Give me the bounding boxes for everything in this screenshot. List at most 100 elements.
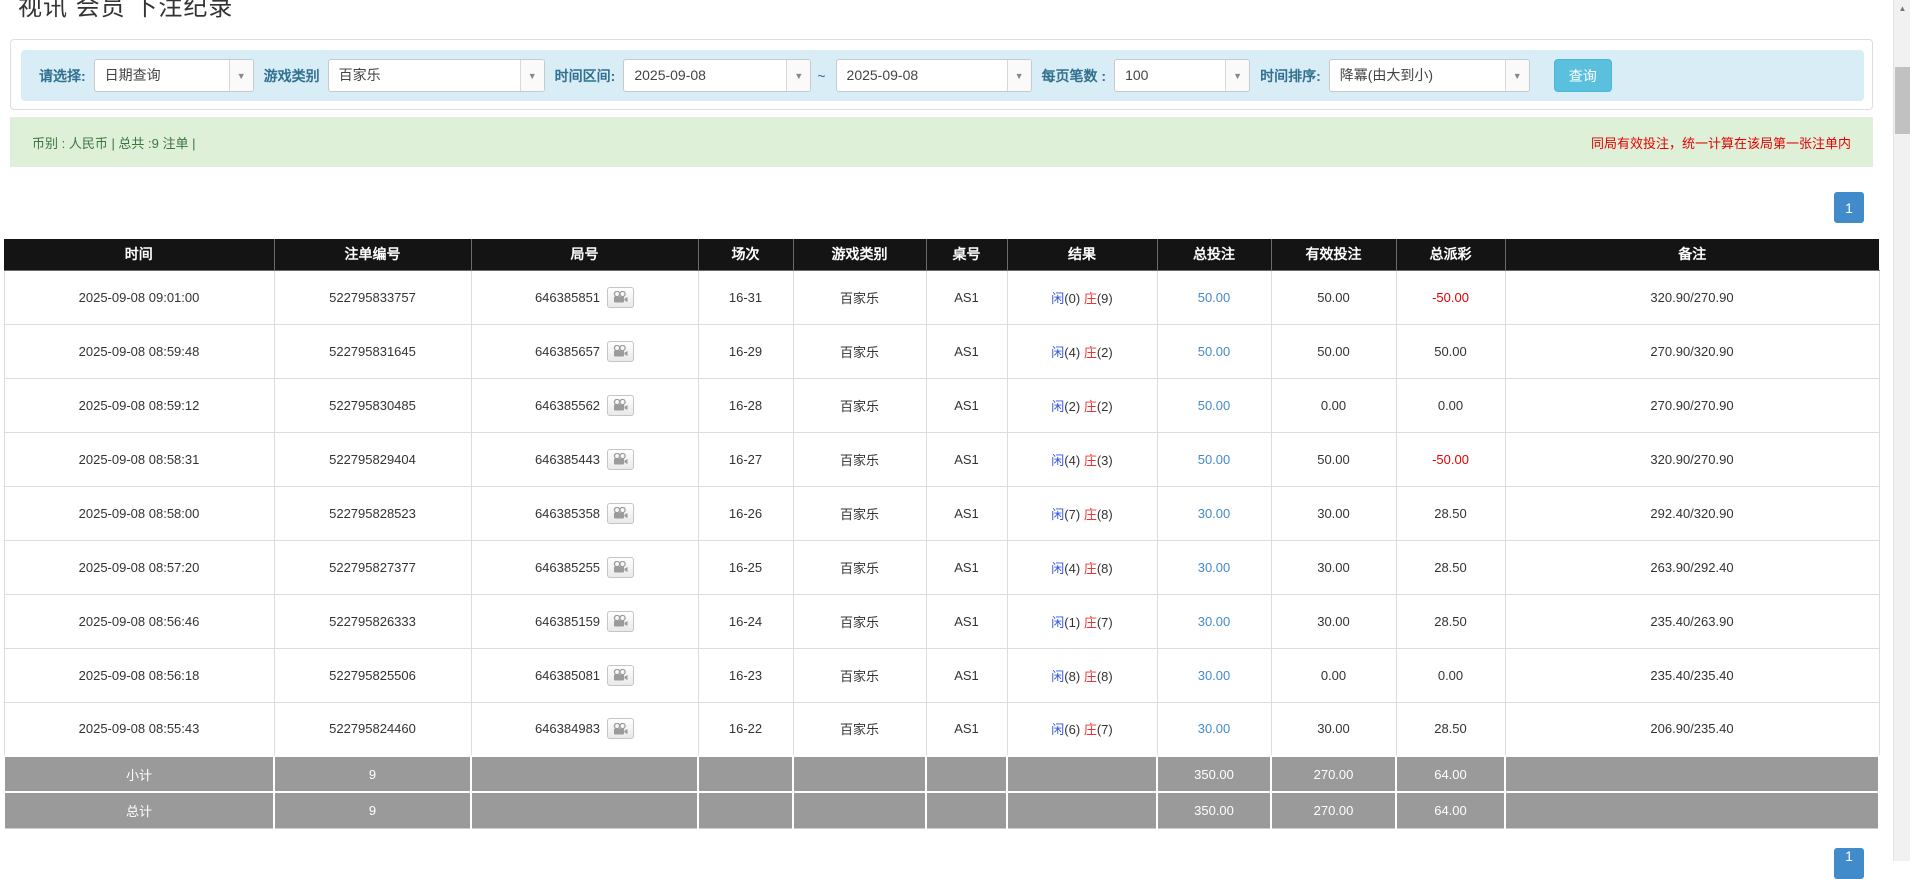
query-button[interactable]: 查询 [1554, 59, 1612, 92]
result-banker-score: (8) [1097, 561, 1113, 576]
query-type-value: 日期查询 [95, 60, 229, 91]
sum-valid-bet: 270.00 [1271, 792, 1396, 828]
total-bet-link[interactable]: 50.00 [1198, 398, 1231, 413]
date-from-picker[interactable]: 2025-09-08 ▼ [623, 59, 811, 92]
video-replay-button[interactable] [607, 557, 634, 578]
column-header: 场次 [698, 239, 793, 270]
cell-valid-bet: 30.00 [1271, 594, 1396, 648]
cell-valid-bet: 0.00 [1271, 378, 1396, 432]
video-replay-button[interactable] [607, 665, 634, 686]
total-bet-link[interactable]: 50.00 [1198, 290, 1231, 305]
total-bet-link[interactable]: 30.00 [1198, 668, 1231, 683]
cell-table-no: AS1 [926, 702, 1007, 756]
video-replay-icon [613, 399, 628, 411]
filter-bar: 请选择: 日期查询 ▼ 游戏类别 百家乐 ▼ 时间区间: 2025-09-08 … [21, 50, 1864, 101]
game-type-label: 游戏类别 [264, 66, 320, 86]
result-player-score: (1) [1064, 615, 1080, 630]
cell-time: 2025-09-08 08:59:48 [4, 324, 274, 378]
result-player-label: 闲 [1051, 345, 1064, 360]
vertical-scrollbar[interactable]: ▲ [1893, 0, 1910, 861]
video-replay-button[interactable] [607, 395, 634, 416]
video-replay-button[interactable] [607, 287, 634, 308]
total-bet-link[interactable]: 30.00 [1198, 614, 1231, 629]
cell-valid-bet: 30.00 [1271, 486, 1396, 540]
video-replay-button[interactable] [607, 611, 634, 632]
cell-table-no: AS1 [926, 540, 1007, 594]
cell-payout: 28.50 [1396, 486, 1505, 540]
cell-total-bet: 30.00 [1157, 540, 1271, 594]
video-replay-icon [613, 561, 628, 573]
per-page-dropdown[interactable]: 100 ▼ [1114, 59, 1250, 92]
result-player-label: 闲 [1051, 399, 1064, 414]
result-player-label: 闲 [1051, 453, 1064, 468]
column-header: 结果 [1007, 239, 1157, 270]
sum-count: 9 [274, 756, 471, 792]
total-bet-link[interactable]: 50.00 [1198, 452, 1231, 467]
table-row: 2025-09-08 08:58:00522795828523646385358… [4, 486, 1879, 540]
result-banker-label: 庄 [1084, 722, 1097, 737]
result-banker-label: 庄 [1084, 345, 1097, 360]
cell-result: 闲(1) 庄(7) [1007, 594, 1157, 648]
same-round-notice: 同局有效投注，统一计算在该局第一张注单内 [1591, 133, 1851, 152]
result-player-score: (6) [1064, 722, 1080, 737]
chevron-down-icon[interactable]: ▼ [1505, 60, 1529, 91]
chevron-down-icon[interactable]: ▼ [786, 60, 810, 91]
result-player-score: (4) [1064, 345, 1080, 360]
video-replay-button[interactable] [607, 341, 634, 362]
column-header: 桌号 [926, 239, 1007, 270]
sum-label: 总计 [4, 792, 274, 828]
video-replay-button[interactable] [607, 718, 634, 739]
cell-result: 闲(0) 庄(9) [1007, 270, 1157, 324]
cell-session: 16-28 [698, 378, 793, 432]
cell-result: 闲(4) 庄(3) [1007, 432, 1157, 486]
chevron-down-icon[interactable]: ▼ [520, 60, 544, 91]
total-bet-link[interactable]: 50.00 [1198, 344, 1231, 359]
video-replay-button[interactable] [607, 449, 634, 470]
cell-round: 646384983 [471, 702, 698, 756]
date-to-picker[interactable]: 2025-09-08 ▼ [836, 59, 1032, 92]
cell-total-bet: 50.00 [1157, 270, 1271, 324]
cell-game-type: 百家乐 [793, 324, 926, 378]
sum-valid-bet: 270.00 [1271, 756, 1396, 792]
sum-payout: 64.00 [1396, 792, 1505, 828]
table-row: 2025-09-08 08:59:12522795830485646385562… [4, 378, 1879, 432]
cell-total-bet: 30.00 [1157, 648, 1271, 702]
cell-remark: 292.40/320.90 [1505, 486, 1879, 540]
total-bet-link[interactable]: 30.00 [1198, 506, 1231, 521]
game-type-dropdown[interactable]: 百家乐 ▼ [328, 59, 545, 92]
table-row: 2025-09-08 08:58:31522795829404646385443… [4, 432, 1879, 486]
video-replay-icon [613, 723, 628, 735]
cell-payout: 28.50 [1396, 594, 1505, 648]
chevron-down-icon[interactable]: ▼ [1225, 60, 1249, 91]
chevron-down-icon[interactable]: ▼ [229, 60, 253, 91]
chevron-down-icon[interactable]: ▼ [1007, 60, 1031, 91]
time-sort-dropdown[interactable]: 降冪(由大到小) ▼ [1329, 59, 1530, 92]
pagination-page-1-top[interactable]: 1 [1834, 192, 1864, 223]
table-row: 2025-09-08 08:56:18522795825506646385081… [4, 648, 1879, 702]
scrollbar-thumb[interactable] [1895, 67, 1910, 134]
cell-remark: 320.90/270.90 [1505, 270, 1879, 324]
result-banker-score: (7) [1097, 722, 1113, 737]
sum-payout: 64.00 [1396, 756, 1505, 792]
total-bet-link[interactable]: 30.00 [1198, 560, 1231, 575]
total-bet-link[interactable]: 30.00 [1198, 721, 1231, 736]
pagination-page-1-bottom[interactable]: 1 [1834, 848, 1864, 879]
cell-payout: 28.50 [1396, 540, 1505, 594]
result-banker-label: 庄 [1084, 615, 1097, 630]
cell-total-bet: 50.00 [1157, 432, 1271, 486]
video-replay-button[interactable] [607, 503, 634, 524]
sum-remark-empty [1505, 756, 1879, 792]
cell-time: 2025-09-08 08:57:20 [4, 540, 274, 594]
video-replay-icon [613, 507, 628, 519]
cell-table-no: AS1 [926, 594, 1007, 648]
cell-payout: -50.00 [1396, 432, 1505, 486]
result-player-score: (4) [1064, 561, 1080, 576]
cell-payout: 50.00 [1396, 324, 1505, 378]
cell-table-no: AS1 [926, 432, 1007, 486]
cell-remark: 235.40/235.40 [1505, 648, 1879, 702]
scroll-up-arrow-icon[interactable]: ▲ [1894, 0, 1910, 17]
date-to-value: 2025-09-08 [837, 60, 1007, 91]
sum-session-empty [698, 756, 793, 792]
query-type-dropdown[interactable]: 日期查询 ▼ [94, 59, 254, 92]
select-type-label: 请选择: [39, 66, 86, 86]
